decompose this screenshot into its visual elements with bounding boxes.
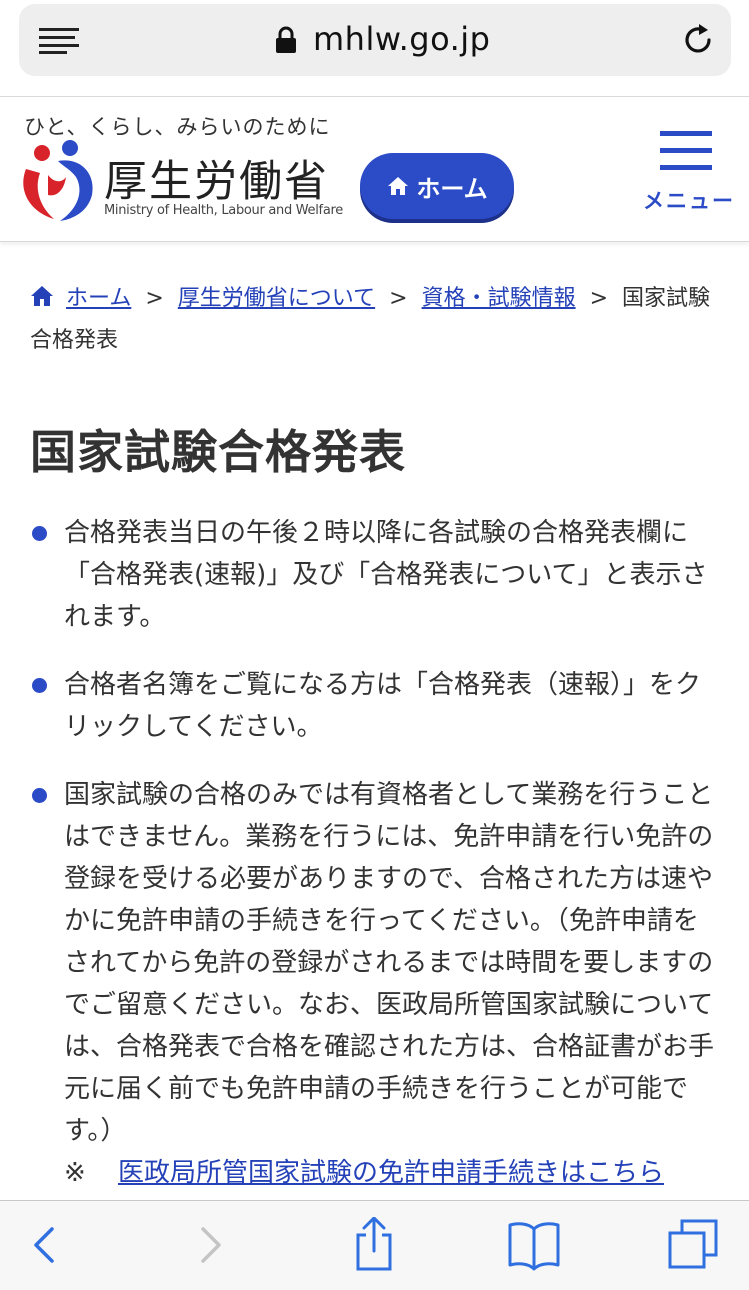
- menu-button[interactable]: メニュー: [642, 127, 736, 215]
- reload-icon[interactable]: [680, 22, 716, 58]
- breadcrumb-link-home[interactable]: ホーム: [66, 286, 131, 311]
- home-icon: [388, 177, 409, 195]
- list-item: 合格発表当日の午後２時以降に各試験の合格発表欄に「合格発表(速報)」及び「合格発…: [30, 512, 720, 638]
- ministry-name-en: Ministry of Health, Labour and Welfare: [104, 203, 343, 218]
- note-line: ※ 医政局所管国家試験の免許申請手続きはこちら: [64, 1152, 720, 1194]
- list-item: 合格者名簿をご覧になる方は「合格発表（速報）」をクリックしてください。: [30, 664, 720, 748]
- breadcrumb-separator: >: [589, 286, 609, 311]
- share-icon[interactable]: [346, 1215, 402, 1273]
- browser-toolbar: [0, 1200, 749, 1290]
- notice-list: 合格発表当日の午後２時以降に各試験の合格発表欄に「合格発表(速報)」及び「合格発…: [30, 512, 720, 1220]
- bullet-icon: [32, 526, 47, 541]
- bookmarks-icon[interactable]: [506, 1217, 562, 1273]
- page-title: 国家試験合格発表: [30, 425, 406, 479]
- home-button-label: ホーム: [416, 174, 488, 203]
- note-mark: ※: [64, 1158, 86, 1188]
- notice-text: 合格者名簿をご覧になる方は「合格発表（速報）」をクリックしてください。: [64, 670, 702, 742]
- hamburger-icon: [660, 131, 712, 171]
- forward-icon[interactable]: [183, 1217, 239, 1273]
- notice-text: 合格発表当日の午後２時以降に各試験の合格発表欄に「合格発表(速報)」及び「合格発…: [64, 518, 708, 632]
- bullet-icon: [32, 788, 47, 803]
- breadcrumb: ホーム > 厚生労働省について > 資格・試験情報 > 国家試験合格発表: [30, 278, 720, 362]
- breadcrumb-link-qualifications[interactable]: 資格・試験情報: [422, 286, 576, 311]
- lock-icon: [275, 26, 297, 54]
- list-item: 国家試験の合格のみでは有資格者として業務を行うことはできません。業務を行うには、…: [30, 774, 720, 1194]
- ministry-logo-icon[interactable]: [18, 139, 98, 223]
- home-icon: [31, 286, 53, 306]
- menu-label: メニュー: [643, 189, 735, 213]
- breadcrumb-separator: >: [389, 286, 408, 311]
- ministry-name: 厚生労働省: [104, 157, 329, 207]
- browser-address-bar: mhlw.go.jp: [0, 0, 749, 96]
- bullet-icon: [32, 678, 47, 693]
- url-text: mhlw.go.jp: [313, 20, 491, 58]
- reader-icon[interactable]: [39, 28, 81, 54]
- site-header: ひと、くらし、みらいのために 厚生労働省 Ministry of Health,…: [0, 96, 749, 242]
- back-icon[interactable]: [16, 1217, 72, 1273]
- home-button[interactable]: ホーム: [360, 153, 514, 219]
- notice-text: 国家試験の合格のみでは有資格者として業務を行うことはできません。業務を行うには、…: [64, 780, 715, 1146]
- site-tagline: ひと、くらし、みらいのために: [24, 115, 331, 139]
- url-field[interactable]: mhlw.go.jp: [19, 4, 731, 76]
- license-application-link[interactable]: 医政局所管国家試験の免許申請手続きはこちら: [118, 1158, 664, 1188]
- tabs-icon[interactable]: [666, 1217, 722, 1273]
- breadcrumb-link-about[interactable]: 厚生労働省について: [178, 286, 375, 311]
- breadcrumb-separator: >: [145, 286, 164, 311]
